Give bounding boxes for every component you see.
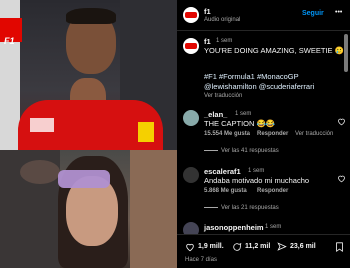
caption-text: YOU'RE DOING AMAZING, SWEETIE 🥲	[204, 46, 344, 55]
f1-avatar[interactable]	[183, 7, 199, 23]
view-replies-label: Ver las 21 respuestas	[221, 205, 279, 211]
driver-hair	[66, 8, 116, 24]
reply-button[interactable]: Responder	[257, 188, 288, 194]
view-replies-label: Ver las 41 respuestas	[221, 148, 279, 154]
comment-username[interactable]: escaleraf1	[204, 167, 241, 176]
shares-count[interactable]: 23,6 mil	[290, 243, 316, 250]
caption-username[interactable]: f1	[204, 37, 211, 46]
comments-count[interactable]: 11,2 mil	[245, 243, 270, 250]
caption-emoji: 🥲	[334, 46, 344, 55]
commenter-avatar[interactable]	[183, 110, 199, 126]
post-header: f1 Audio original Seguir •••	[177, 0, 350, 31]
video-frame-top: F1	[0, 0, 177, 150]
caption-time: 1 sem	[216, 38, 233, 44]
f1-logo-icon	[185, 12, 197, 18]
replies-line	[204, 206, 218, 208]
caption-main-text: YOU'RE DOING AMAZING, SWEETIE	[204, 46, 333, 55]
share-icon[interactable]	[277, 242, 287, 252]
like-icon[interactable]	[185, 242, 195, 252]
f1-logo-icon	[185, 43, 197, 49]
more-options-icon[interactable]: •••	[335, 9, 342, 16]
audio-label[interactable]: Audio original	[204, 17, 240, 23]
bookmark-icon[interactable]	[335, 242, 344, 252]
post-date: Hace 7 días	[185, 257, 218, 263]
comment-text: Andaba motivado mi muchacho	[204, 176, 310, 185]
commenter-avatar[interactable]	[183, 167, 199, 183]
post-footer: 1,9 mill. 11,2 mil 23,6 mil Hace 7 días	[177, 234, 350, 268]
post-panel: f1 Audio original Seguir ••• f1 1 sem YO…	[177, 0, 350, 268]
likes-count[interactable]: 1,9 mill.	[198, 243, 224, 250]
scrollbar[interactable]	[344, 34, 348, 72]
comment-likes[interactable]: 5.868 Me gusta	[204, 188, 247, 194]
crowd-right	[130, 150, 177, 268]
follow-button[interactable]: Seguir	[302, 10, 324, 17]
comment-likes[interactable]: 15.554 Me gusta	[204, 131, 250, 137]
comment-time: 1 sem	[235, 111, 252, 117]
heart-icon[interactable]	[337, 117, 346, 126]
camera-person	[20, 160, 60, 184]
comment-icon[interactable]	[232, 242, 242, 252]
suit-patch	[30, 118, 54, 132]
view-replies[interactable]: Ver las 41 respuestas	[204, 148, 279, 154]
f1-logo-text: F1	[4, 36, 15, 46]
video-frame-bottom	[0, 150, 177, 268]
caption-hashtags[interactable]: #F1 #Formula1 #MonacoGP	[204, 72, 299, 81]
replies-line	[204, 149, 218, 151]
view-replies[interactable]: Ver las 21 respuestas	[204, 205, 279, 211]
sunglasses	[58, 170, 110, 188]
heart-icon[interactable]	[337, 174, 346, 183]
comment-time: 1 sem	[248, 168, 265, 174]
comment-time: 1 sem	[265, 224, 282, 230]
reel-video[interactable]: F1	[0, 0, 177, 268]
comment-username[interactable]: _elan_	[204, 110, 227, 119]
caption-avatar[interactable]	[183, 38, 199, 54]
ferrari-badge	[138, 122, 154, 142]
comment-username[interactable]: jasonoppenheim	[204, 223, 264, 232]
translate-link[interactable]: Ver traducción	[295, 131, 333, 137]
caption-mentions[interactable]: @lewishamilton @scuderiaferrari	[204, 82, 314, 91]
caption-translate[interactable]: Ver traducción	[204, 93, 242, 99]
header-username[interactable]: f1	[204, 7, 211, 16]
comment-text: THE CAPTION 😂😂	[204, 119, 276, 128]
reply-button[interactable]: Responder	[257, 131, 288, 137]
